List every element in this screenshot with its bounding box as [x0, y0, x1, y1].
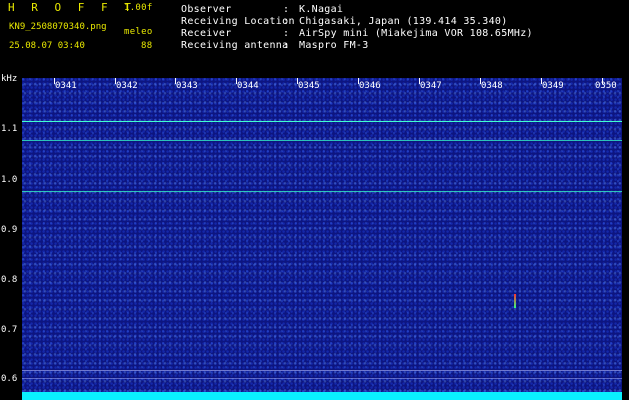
separator: : [283, 16, 290, 27]
freq-tick-label: 0.6 [1, 374, 18, 384]
observer-label: Observer [181, 4, 232, 15]
header-panel: H R O F F T 1.00f KN9_2508070340.png mel… [0, 0, 629, 78]
freq-tick-label: 0.8 [1, 275, 18, 285]
time-tick-label: 0348 [481, 81, 503, 91]
unit-label: kHz [1, 74, 18, 84]
time-tick-label: 0347 [420, 81, 442, 91]
carrier-line [22, 191, 622, 192]
program-name: meleo [124, 27, 153, 37]
time-tick-label: 0350 [595, 81, 617, 91]
observer-value: K.Nagai [299, 4, 344, 15]
separator: : [283, 40, 290, 51]
time-tick-label: 0343 [176, 81, 198, 91]
antenna-value: Maspro FM-3 [299, 40, 369, 51]
bottom-strip [22, 392, 622, 400]
separator: : [283, 28, 290, 39]
freq-tick-label: 1.0 [1, 175, 18, 185]
receiver-label: Receiver [181, 28, 232, 39]
file-name: KN9_2508070340.png [9, 22, 107, 32]
app-version: 1.00f [124, 3, 153, 13]
time-tick-label: 0345 [298, 81, 320, 91]
date-time: 25.08.07 03:40 [9, 41, 85, 51]
meteor-echo [514, 294, 516, 308]
freq-tick-label: 0.9 [1, 225, 18, 235]
location-label: Receiving Location [181, 16, 295, 27]
time-tick-label: 0346 [359, 81, 381, 91]
spectrogram-plot: 0341 0342 0343 0344 0345 0346 0347 0348 … [22, 78, 622, 400]
time-tick-label: 0341 [55, 81, 77, 91]
count-value: 88 [141, 41, 153, 51]
carrier-line [22, 140, 622, 141]
antenna-label: Receiving antenna [181, 40, 289, 51]
freq-tick-label: 1.1 [1, 124, 18, 134]
time-tick-label: 0342 [116, 81, 138, 91]
app-logo: H R O F F T [8, 1, 136, 14]
time-tick-label: 0349 [542, 81, 564, 91]
frequency-axis: 1.1 1.0 0.9 0.8 0.7 0.6 [0, 78, 22, 400]
reference-line [22, 370, 622, 371]
separator: : [283, 4, 290, 15]
carrier-line [22, 121, 622, 122]
time-tick-label: 0344 [237, 81, 259, 91]
location-value: Chigasaki, Japan (139.414 35.340) [299, 16, 508, 27]
reference-line [22, 378, 622, 379]
receiver-value: AirSpy mini (Miakejima VOR 108.65MHz) [299, 28, 533, 39]
freq-tick-label: 0.7 [1, 325, 18, 335]
